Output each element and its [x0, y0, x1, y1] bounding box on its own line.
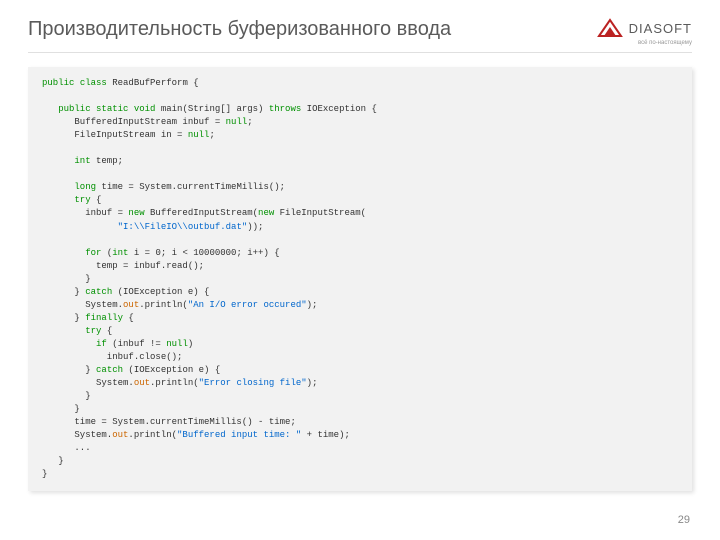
txt: (	[101, 248, 112, 258]
code-block: public class ReadBufPerform { public sta…	[28, 67, 692, 491]
str: "An I/O error occured"	[188, 300, 307, 310]
logo: DIASOFT всё по-настоящему	[597, 18, 692, 46]
txt: System.	[42, 378, 134, 388]
kw: new	[258, 208, 274, 218]
txt: {	[123, 313, 134, 323]
txt: .println(	[139, 300, 188, 310]
txt: FileInputStream(	[274, 208, 366, 218]
str: "Error closing file"	[199, 378, 307, 388]
txt: .println(	[128, 430, 177, 440]
kw: class	[80, 78, 107, 88]
kw: null	[226, 117, 248, 127]
logo-mark-icon	[597, 18, 623, 38]
txt: );	[307, 378, 318, 388]
txt: .println(	[150, 378, 199, 388]
kw: catch	[85, 287, 112, 297]
kw: void	[134, 104, 156, 114]
kw: try	[85, 326, 101, 336]
txt: IOException {	[301, 104, 377, 114]
txt: time = System.currentTimeMillis();	[96, 182, 285, 192]
txt: temp = inbuf.read();	[42, 261, 204, 271]
txt: (IOException e) {	[123, 365, 220, 375]
page-title: Производительность буферизованного ввода	[28, 18, 451, 41]
txt: i = 0; i < 10000000; i++) {	[128, 248, 279, 258]
kw: int	[74, 156, 90, 166]
txt: }	[42, 365, 96, 375]
page-number: 29	[678, 514, 690, 526]
field: out	[123, 300, 139, 310]
kw: static	[96, 104, 128, 114]
str: "Buffered input time: "	[177, 430, 301, 440]
txt: ReadBufPerform {	[107, 78, 199, 88]
txt: }	[42, 391, 91, 401]
txt: }	[42, 274, 91, 284]
txt: inbuf =	[42, 208, 128, 218]
kw: int	[112, 248, 128, 258]
txt: BufferedInputStream inbuf =	[42, 117, 226, 127]
kw: public	[42, 78, 74, 88]
txt: {	[91, 195, 102, 205]
txt: FileInputStream in =	[42, 130, 188, 140]
txt: inbuf.close();	[42, 352, 182, 362]
kw: null	[188, 130, 210, 140]
txt: }	[42, 404, 80, 414]
divider	[28, 52, 692, 53]
txt: ...	[42, 443, 91, 453]
txt: (inbuf !=	[107, 339, 166, 349]
field: out	[112, 430, 128, 440]
txt: )	[188, 339, 193, 349]
str: "I:\\FileIO\\outbuf.dat"	[118, 222, 248, 232]
header: Производительность буферизованного ввода…	[0, 0, 720, 52]
txt: ;	[209, 130, 214, 140]
txt: main(String[] args)	[155, 104, 268, 114]
txt: BufferedInputStream(	[145, 208, 258, 218]
txt: }	[42, 287, 85, 297]
txt: + time);	[301, 430, 350, 440]
txt: time = System.currentTimeMillis() - time…	[42, 417, 296, 427]
txt: ));	[247, 222, 263, 232]
txt: System.	[42, 300, 123, 310]
slide: Производительность буферизованного ввода…	[0, 0, 720, 540]
kw: finally	[85, 313, 123, 323]
txt: {	[101, 326, 112, 336]
kw: if	[96, 339, 107, 349]
kw: throws	[269, 104, 301, 114]
kw: null	[166, 339, 188, 349]
txt: System.	[42, 430, 112, 440]
kw: public	[58, 104, 90, 114]
logo-top: DIASOFT	[597, 18, 692, 38]
txt: temp;	[91, 156, 123, 166]
txt: }	[42, 469, 47, 479]
logo-text: DIASOFT	[629, 21, 692, 36]
logo-tagline: всё по-настоящему	[638, 40, 692, 46]
kw: catch	[96, 365, 123, 375]
txt: }	[42, 313, 85, 323]
kw: try	[74, 195, 90, 205]
kw: for	[85, 248, 101, 258]
kw: new	[128, 208, 144, 218]
kw: long	[74, 182, 96, 192]
txt: ;	[247, 117, 252, 127]
field: out	[134, 378, 150, 388]
txt: (IOException e) {	[112, 287, 209, 297]
txt: }	[42, 456, 64, 466]
txt: );	[307, 300, 318, 310]
